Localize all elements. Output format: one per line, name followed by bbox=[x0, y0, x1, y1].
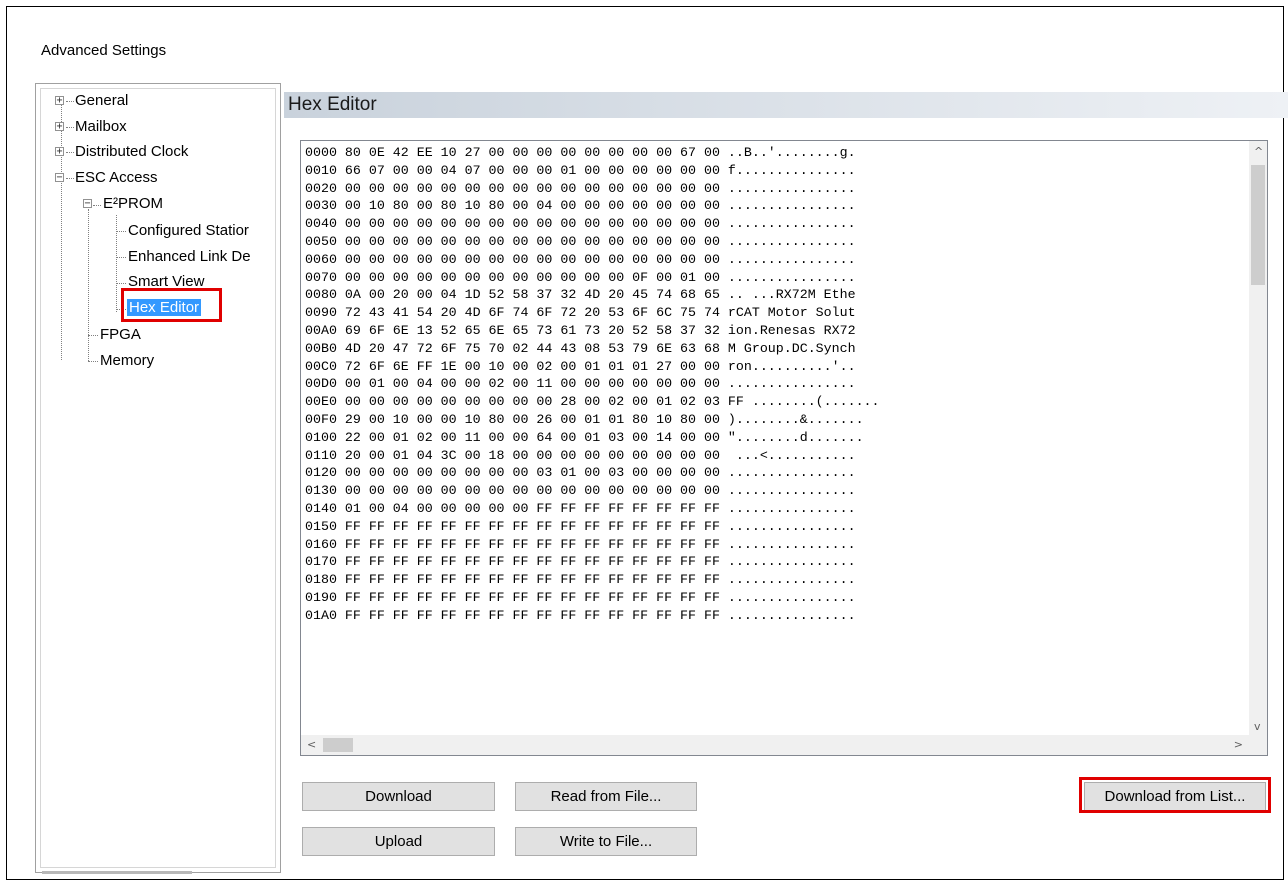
tree-item-label: General bbox=[75, 92, 129, 109]
scroll-up-icon[interactable]: ^ bbox=[1254, 145, 1263, 158]
window-title: Advanced Settings bbox=[41, 42, 167, 59]
hex-row[interactable]: 01A0 FF FF FF FF FF FF FF FF FF FF FF FF… bbox=[305, 607, 880, 625]
tree-item-fpga[interactable]: FPGA bbox=[100, 324, 141, 346]
horizontal-scroll-thumb[interactable] bbox=[323, 738, 353, 752]
expand-icon[interactable]: + bbox=[55, 122, 64, 132]
expand-icon[interactable]: + bbox=[55, 147, 64, 157]
hex-row[interactable]: 00E0 00 00 00 00 00 00 00 00 00 28 00 02… bbox=[305, 393, 880, 411]
hex-row[interactable]: 0080 0A 00 20 00 04 1D 52 58 37 32 4D 20… bbox=[305, 286, 880, 304]
tree-connector bbox=[88, 361, 98, 362]
tree-connector bbox=[66, 152, 74, 153]
hex-row[interactable]: 0100 22 00 01 02 00 11 00 00 64 00 01 03… bbox=[305, 429, 880, 447]
hex-row[interactable]: 0060 00 00 00 00 00 00 00 00 00 00 00 00… bbox=[305, 251, 880, 269]
upload-button[interactable]: Upload bbox=[302, 827, 495, 856]
vertical-scroll-thumb[interactable] bbox=[1251, 165, 1265, 285]
download-button[interactable]: Download bbox=[302, 782, 495, 811]
panel-title: Hex Editor bbox=[288, 94, 377, 115]
tree-connector bbox=[66, 127, 74, 128]
hex-row[interactable]: 0020 00 00 00 00 00 00 00 00 00 00 00 00… bbox=[305, 180, 880, 198]
collapse-icon[interactable]: − bbox=[55, 173, 64, 183]
hex-row[interactable]: 0150 FF FF FF FF FF FF FF FF FF FF FF FF… bbox=[305, 518, 880, 536]
hex-row[interactable]: 0190 FF FF FF FF FF FF FF FF FF FF FF FF… bbox=[305, 589, 880, 607]
vertical-scrollbar[interactable]: ^ v bbox=[1249, 141, 1267, 735]
tree-item-label: Distributed Clock bbox=[75, 143, 189, 160]
hex-row[interactable]: 0130 00 00 00 00 00 00 00 00 00 00 00 00… bbox=[305, 482, 880, 500]
tree-connector bbox=[61, 105, 62, 360]
hex-row[interactable]: 0050 00 00 00 00 00 00 00 00 00 00 00 00… bbox=[305, 233, 880, 251]
hex-editor[interactable]: 0000 80 0E 42 EE 10 27 00 00 00 00 00 00… bbox=[300, 140, 1268, 756]
highlight-box bbox=[121, 288, 222, 322]
tree-connector bbox=[93, 205, 101, 206]
hex-row[interactable]: 00F0 29 00 10 00 00 10 80 00 26 00 01 01… bbox=[305, 411, 880, 429]
tree-connector bbox=[116, 283, 126, 284]
tree-connector bbox=[88, 335, 98, 336]
tree-connector bbox=[116, 215, 117, 312]
hex-row[interactable]: 0170 FF FF FF FF FF FF FF FF FF FF FF FF… bbox=[305, 553, 880, 571]
hex-row[interactable]: 0140 01 00 04 00 00 00 00 00 FF FF FF FF… bbox=[305, 500, 880, 518]
tree-item-memory[interactable]: Memory bbox=[100, 350, 154, 372]
tree-item-label: Memory bbox=[100, 352, 155, 369]
horizontal-scrollbar[interactable]: < > bbox=[301, 735, 1267, 755]
hex-row[interactable]: 00D0 00 01 00 04 00 00 02 00 11 00 00 00… bbox=[305, 375, 880, 393]
hex-row[interactable]: 0180 FF FF FF FF FF FF FF FF FF FF FF FF… bbox=[305, 571, 880, 589]
tree-item-configured-station[interactable]: Configured Statior bbox=[128, 220, 278, 242]
tree-connector bbox=[116, 257, 126, 258]
scroll-down-icon[interactable]: v bbox=[1254, 720, 1261, 733]
expand-icon[interactable]: + bbox=[55, 96, 64, 106]
hex-row[interactable]: 0120 00 00 00 00 00 00 00 00 03 01 00 03… bbox=[305, 464, 880, 482]
tree-item-label: FPGA bbox=[100, 326, 141, 343]
tree-scrollbar[interactable] bbox=[42, 871, 192, 874]
write-to-file-button[interactable]: Write to File... bbox=[515, 827, 697, 856]
tree-item-label: Enhanced Link De bbox=[128, 248, 251, 265]
tree-item-label: E²PROM bbox=[103, 195, 163, 212]
tree-connector bbox=[66, 178, 74, 179]
hex-row[interactable]: 00A0 69 6F 6E 13 52 65 6E 65 73 61 73 20… bbox=[305, 322, 880, 340]
hex-row[interactable]: 0160 FF FF FF FF FF FF FF FF FF FF FF FF… bbox=[305, 536, 880, 554]
tree-item-label: Mailbox bbox=[75, 118, 127, 135]
hex-row[interactable]: 00C0 72 6F 6E FF 1E 00 10 00 02 00 01 01… bbox=[305, 358, 880, 376]
panel-header: Hex Editor bbox=[284, 92, 1288, 118]
read-from-file-button[interactable]: Read from File... bbox=[515, 782, 697, 811]
tree-connector bbox=[88, 209, 89, 361]
hex-row[interactable]: 0110 20 00 01 04 3C 00 18 00 00 00 00 00… bbox=[305, 447, 880, 465]
tree-connector bbox=[66, 101, 74, 102]
hex-row[interactable]: 0030 00 10 80 00 80 10 80 00 04 00 00 00… bbox=[305, 197, 880, 215]
highlight-box bbox=[1079, 777, 1271, 813]
hex-row[interactable]: 0090 72 43 41 54 20 4D 6F 74 6F 72 20 53… bbox=[305, 304, 880, 322]
hex-row[interactable]: 0040 00 00 00 00 00 00 00 00 00 00 00 00… bbox=[305, 215, 880, 233]
collapse-icon[interactable]: − bbox=[83, 199, 92, 209]
hex-row[interactable]: 0010 66 07 00 00 04 07 00 00 00 01 00 00… bbox=[305, 162, 880, 180]
hex-content[interactable]: 0000 80 0E 42 EE 10 27 00 00 00 00 00 00… bbox=[305, 144, 880, 625]
scroll-left-icon[interactable]: < bbox=[307, 738, 316, 751]
tree-item-enhanced-link[interactable]: Enhanced Link De bbox=[128, 246, 278, 268]
hex-row[interactable]: 0070 00 00 00 00 00 00 00 00 00 00 00 00… bbox=[305, 269, 880, 287]
tree-item-label: ESC Access bbox=[75, 169, 158, 186]
hex-row[interactable]: 00B0 4D 20 47 72 6F 75 70 02 44 43 08 53… bbox=[305, 340, 880, 358]
tree-item-label: Configured Statior bbox=[128, 222, 249, 239]
tree-connector bbox=[116, 231, 126, 232]
scroll-right-icon[interactable]: > bbox=[1234, 738, 1243, 751]
hex-row[interactable]: 0000 80 0E 42 EE 10 27 00 00 00 00 00 00… bbox=[305, 144, 880, 162]
